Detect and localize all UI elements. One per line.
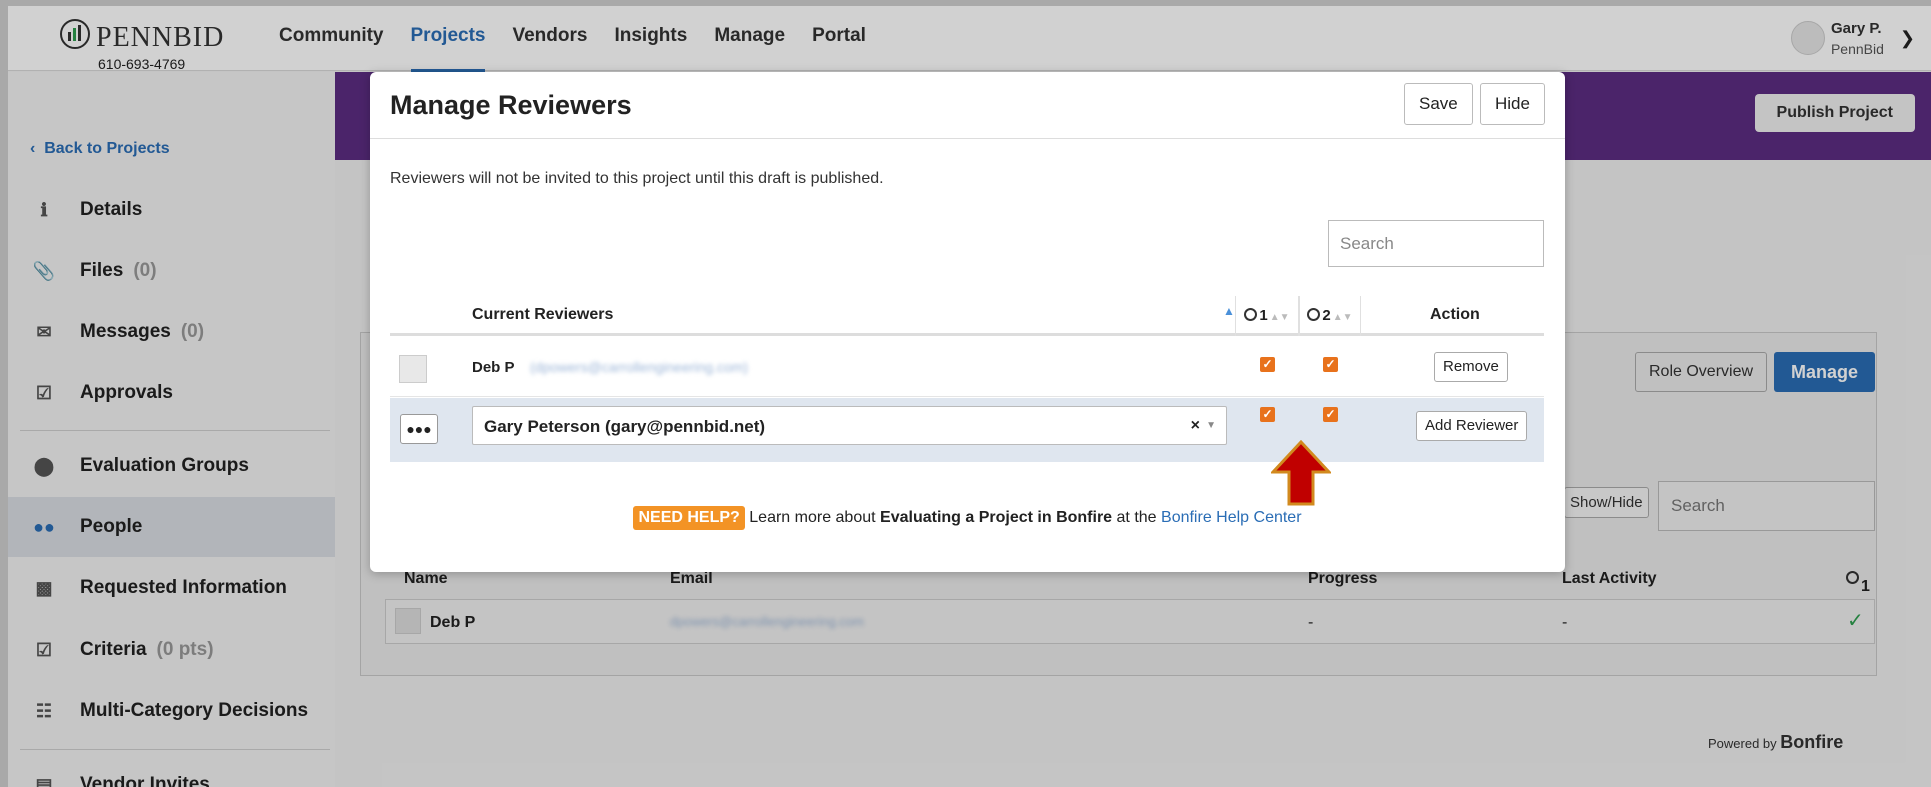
group-2-checkbox[interactable]: ✓ — [1323, 407, 1338, 422]
reviewer-email: (dpowers@carrollengineering.com) — [530, 359, 749, 375]
reviewer-select[interactable]: Gary Peterson (gary@pennbid.net) × ▼ — [472, 406, 1227, 445]
draft-notice: Reviewers will not be invited to this pr… — [390, 170, 884, 187]
col-current-reviewers[interactable]: Current Reviewers — [472, 306, 613, 324]
reviewer-select-value: Gary Peterson (gary@pennbid.net) — [484, 417, 766, 436]
help-banner: NEED HELP? Learn more about Evaluating a… — [370, 506, 1565, 530]
help-center-link[interactable]: Bonfire Help Center — [1161, 509, 1302, 526]
remove-button[interactable]: Remove — [1434, 352, 1508, 382]
reviewer-name: Deb P — [472, 359, 515, 376]
group-1-checkbox[interactable]: ✓ — [1260, 357, 1275, 372]
manage-reviewers-modal: Manage Reviewers Save Hide Reviewers wil… — [370, 72, 1565, 572]
help-text-2: at the — [1116, 509, 1157, 526]
avatar — [399, 355, 427, 383]
hide-button[interactable]: Hide — [1480, 83, 1545, 125]
sort-asc-icon[interactable]: ▲ — [1223, 304, 1235, 318]
clear-icon[interactable]: × — [1191, 417, 1200, 435]
group-1-checkbox[interactable]: ✓ — [1260, 407, 1275, 422]
users-icon[interactable]: ●●● — [400, 414, 438, 444]
reviewer-row: Deb P (dpowers@carrollengineering.com) ✓… — [390, 339, 1544, 397]
col-group-1[interactable]: 1 ▲▼ — [1235, 296, 1299, 336]
group-circle-icon — [1307, 308, 1321, 321]
group-circle-icon — [1244, 308, 1258, 321]
col-action: Action — [1430, 306, 1480, 323]
col-group-1-label: 1 — [1259, 307, 1268, 324]
need-help-badge: NEED HELP? — [633, 506, 745, 530]
add-reviewer-row: ●●● Gary Peterson (gary@pennbid.net) × ▼… — [390, 398, 1544, 456]
modal-divider — [370, 138, 1565, 139]
col-group-2-label: 2 — [1322, 307, 1331, 324]
add-reviewer-button[interactable]: Add Reviewer — [1416, 411, 1528, 441]
help-topic: Evaluating a Project in Bonfire — [880, 509, 1113, 526]
arrow-up-icon — [1271, 440, 1331, 506]
sort-icon: ▲▼ — [1332, 312, 1353, 323]
help-text-1: Learn more about — [749, 509, 876, 526]
reviewer-search-input[interactable]: Search — [1328, 220, 1544, 267]
sort-icon: ▲▼ — [1269, 312, 1290, 323]
row-highlight — [390, 456, 1544, 462]
caret-down-icon[interactable]: ▼ — [1206, 420, 1216, 431]
col-group-2[interactable]: 2 ▲▼ — [1299, 296, 1361, 336]
modal-title: Manage Reviewers — [390, 90, 632, 120]
reviewers-table-header: Current Reviewers ▲ 1 ▲▼ 2 ▲▼ Action — [390, 296, 1544, 336]
save-button[interactable]: Save — [1404, 83, 1473, 125]
group-2-checkbox[interactable]: ✓ — [1323, 357, 1338, 372]
